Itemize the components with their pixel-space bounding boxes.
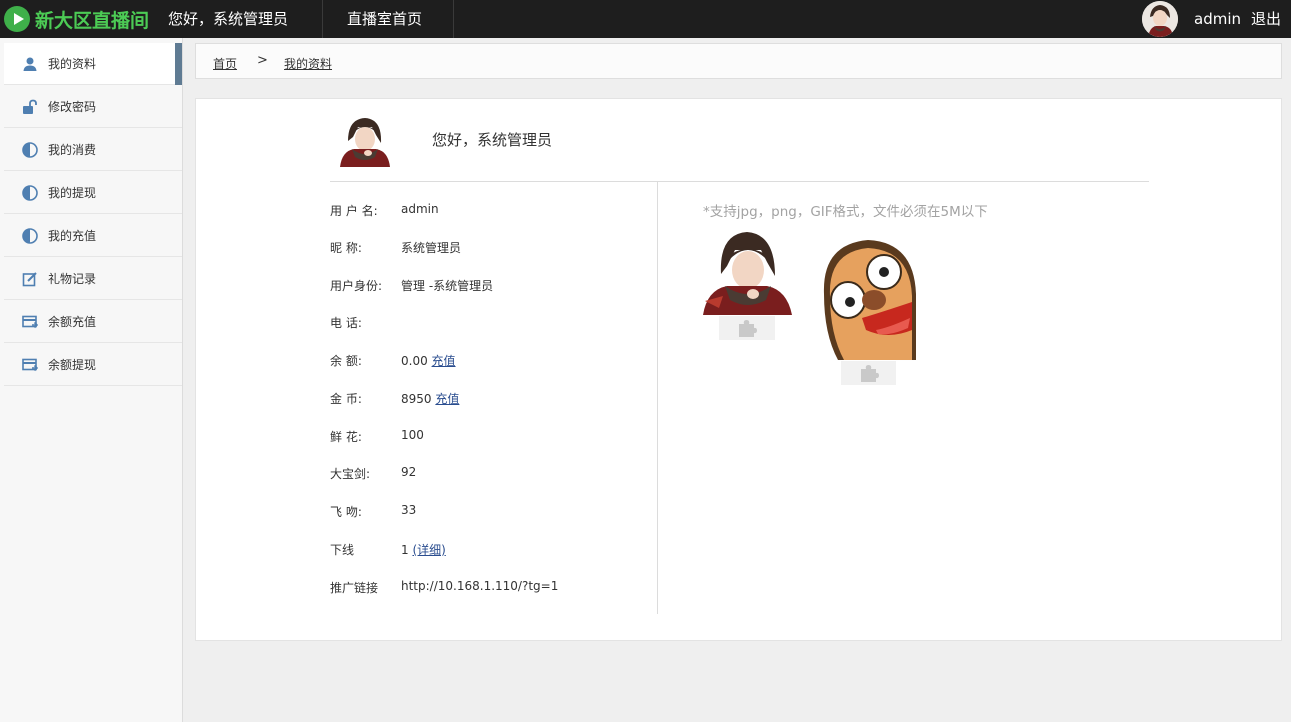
field-label-flowers: 鲜 花: xyxy=(330,430,362,444)
coins-amount: 8950 xyxy=(401,392,432,406)
lock-icon xyxy=(21,98,39,116)
downline-count: 1 xyxy=(401,543,409,557)
play-icon xyxy=(4,6,30,32)
nav-live-room-home[interactable]: 直播室首页 xyxy=(347,0,422,38)
top-bar: 新大区直播间 您好，系统管理员 直播室首页 admin 退出 xyxy=(0,0,1291,38)
divider xyxy=(330,181,1149,182)
sidebar-item-label: 我的资料 xyxy=(48,57,97,71)
avatar-option-cartoon[interactable] xyxy=(818,234,916,360)
sidebar-item-change-password[interactable]: 修改密码 xyxy=(4,86,182,128)
field-label-coins: 金 币: xyxy=(330,392,362,406)
field-label-username: 用 户 名: xyxy=(330,204,378,218)
sidebar-item-balance-withdraw[interactable]: 余额提现 xyxy=(4,344,182,386)
sidebar-item-label: 修改密码 xyxy=(48,100,97,114)
puzzle-icon[interactable] xyxy=(841,361,896,385)
avatar[interactable] xyxy=(1142,1,1178,37)
sidebar-item-label: 我的消费 xyxy=(48,143,97,157)
balance-recharge-link[interactable]: 充值 xyxy=(432,354,456,368)
header-username[interactable]: admin xyxy=(1194,0,1241,38)
header-divider xyxy=(453,0,454,38)
pie-icon xyxy=(21,141,39,159)
avatar-option-anime[interactable] xyxy=(703,226,792,315)
logo[interactable]: 新大区直播间 xyxy=(4,5,149,33)
puzzle-icon[interactable] xyxy=(719,316,775,340)
divider xyxy=(657,182,658,614)
pie-icon xyxy=(21,184,39,202)
balance-amount: 0.00 xyxy=(401,354,428,368)
breadcrumb: 首页 > 我的资料 xyxy=(195,43,1282,79)
sidebar-item-gift-records[interactable]: 礼物记录 xyxy=(4,258,182,300)
breadcrumb-separator: > xyxy=(257,53,268,68)
field-value-username: admin xyxy=(401,202,439,216)
sidebar-item-my-withdrawals[interactable]: 我的提现 xyxy=(4,172,182,214)
field-value-kiss: 33 xyxy=(401,503,417,517)
coins-recharge-link[interactable]: 充值 xyxy=(435,392,459,406)
profile-avatar xyxy=(338,113,392,167)
field-value-sword: 92 xyxy=(401,465,417,479)
field-label-identity: 用户身份: xyxy=(330,279,383,293)
profile-card: 您好，系统管理员 用 户 名: admin 昵 称: 系统管理员 用户身份: 管… xyxy=(195,98,1282,641)
header-divider xyxy=(322,0,323,38)
sidebar-item-my-spending[interactable]: 我的消费 xyxy=(4,129,182,171)
downline-details-link[interactable]: (详细) xyxy=(412,543,445,557)
field-label-phone: 电 话: xyxy=(330,316,362,330)
field-value-flowers: 100 xyxy=(401,428,424,442)
header-greeting: 您好，系统管理员 xyxy=(168,10,289,28)
field-label-nickname: 昵 称: xyxy=(330,241,362,255)
sidebar-item-my-recharges[interactable]: 我的充值 xyxy=(4,215,182,257)
card-icon xyxy=(21,356,39,374)
field-label-kiss: 飞 吻: xyxy=(330,505,362,519)
sidebar-item-label: 我的充值 xyxy=(48,229,97,243)
sidebar-item-my-profile[interactable]: 我的资料 xyxy=(4,43,182,85)
breadcrumb-current-link[interactable]: 我的资料 xyxy=(284,55,332,72)
field-label-sword: 大宝剑: xyxy=(330,467,371,481)
edit-icon xyxy=(21,270,39,288)
breadcrumb-home-link[interactable]: 首页 xyxy=(213,55,237,72)
field-value-nickname: 系统管理员 xyxy=(401,241,462,255)
field-value-promo-link[interactable]: http://10.168.1.110/?tg=1 xyxy=(401,579,558,593)
sidebar-item-label: 余额提现 xyxy=(48,358,97,372)
card-icon xyxy=(21,313,39,331)
pie-icon xyxy=(21,227,39,245)
profile-greeting: 您好，系统管理员 xyxy=(432,131,553,149)
field-value-balance: 0.00 充值 xyxy=(401,352,456,369)
user-icon xyxy=(21,55,39,73)
field-value-coins: 8950 充值 xyxy=(401,390,459,407)
field-label-downline: 下线 xyxy=(330,543,355,557)
upload-hint: *支持jpg，png，GIF格式，文件必须在5M以下 xyxy=(703,204,988,220)
logo-text: 新大区直播间 xyxy=(35,9,150,32)
sidebar-item-balance-recharge[interactable]: 余额充值 xyxy=(4,301,182,343)
field-label-balance: 余 额: xyxy=(330,354,362,368)
sidebar: 我的资料 修改密码 我的消费 我的提现 我的充值 礼物记录 余额充值 余额提现 xyxy=(0,38,183,722)
field-value-downline: 1 (详细) xyxy=(401,541,446,558)
sidebar-item-label: 礼物记录 xyxy=(48,272,97,286)
field-label-promo-link: 推广链接 xyxy=(330,581,379,595)
sidebar-item-label: 余额充值 xyxy=(48,315,97,329)
field-value-identity: 管理 -系统管理员 xyxy=(401,279,494,293)
sidebar-item-label: 我的提现 xyxy=(48,186,97,200)
logout-button[interactable]: 退出 xyxy=(1251,0,1281,38)
